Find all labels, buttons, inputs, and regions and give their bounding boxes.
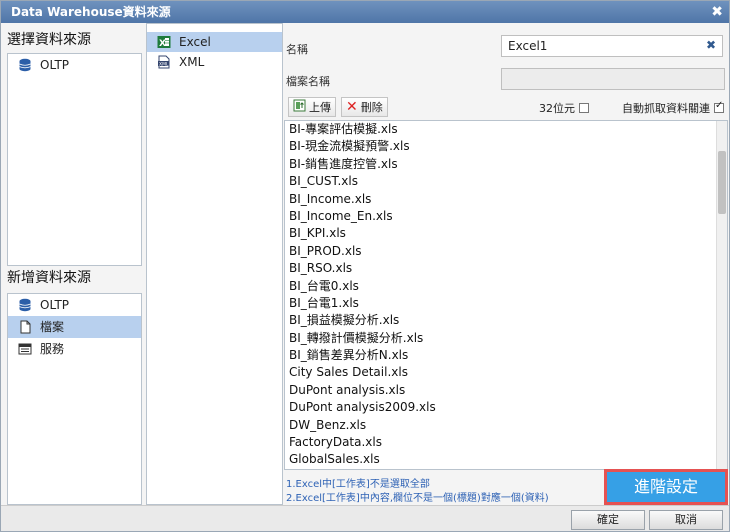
cancel-button[interactable]: 取消 xyxy=(649,510,723,530)
advanced-settings-button[interactable]: 進階設定 xyxy=(604,469,728,505)
file-list-item[interactable]: BI_Income.xls xyxy=(285,191,727,208)
list-item-label: 檔案 xyxy=(40,320,65,334)
file-list-item[interactable]: BI-現金流模擬預警.xls xyxy=(285,138,727,155)
upload-label: 上傳 xyxy=(309,101,331,114)
auto-relation-checkbox[interactable]: 自動抓取資料關連 xyxy=(622,100,724,116)
file-list-item[interactable]: BI_KPI.xls xyxy=(285,225,727,242)
list-item-label: Excel xyxy=(179,35,211,49)
ok-button[interactable]: 確定 xyxy=(571,510,645,530)
file-list-item[interactable]: BI_轉撥計價模擬分析.xls xyxy=(285,330,727,347)
bit32-box[interactable] xyxy=(579,103,589,113)
file-rows: BI-專案評估模擬.xls BI-現金流模擬預警.xls BI-銷售進度控管.xls… xyxy=(285,121,727,469)
file-list-item[interactable]: DW_Benz.xls xyxy=(285,417,727,434)
delete-button[interactable]: ✕ 刪除 xyxy=(341,97,388,117)
existing-source-list: OLTP xyxy=(7,53,142,266)
delete-icon: ✕ xyxy=(346,99,358,115)
file-list-item[interactable]: FactoryData.xls xyxy=(285,434,727,451)
file-list-item[interactable]: BI_銷售差異分析N.xls xyxy=(285,347,727,364)
settings-panel: 名稱 Excel1 ✖ 檔案名稱 上傳 ✕ 刪除 32位元 自動抓取資料關連 ✓… xyxy=(284,23,730,505)
xml-icon: XML xyxy=(157,55,171,69)
title-bar: Data Warehouse資料來源 ✖ xyxy=(1,1,729,23)
select-source-title: 選擇資料來源 xyxy=(7,32,91,48)
upload-icon xyxy=(293,99,306,115)
auto-relation-box[interactable] xyxy=(714,100,724,113)
list-item-service[interactable]: 服務 xyxy=(8,338,141,360)
note-line-1: 1.Excel中[工作表]不是選取全部 xyxy=(286,479,430,490)
left-panel: 選擇資料來源 OLTP 新增資料來源 OLTP 檔案 服務 xyxy=(1,23,146,505)
file-list-item[interactable]: BI_Income_En.xls xyxy=(285,208,727,225)
list-item-oltp[interactable]: OLTP xyxy=(8,294,141,316)
new-source-list: OLTP 檔案 服務 xyxy=(7,293,142,505)
list-item-excel[interactable]: X Excel xyxy=(147,32,282,52)
database-icon xyxy=(18,58,32,72)
file-list-item[interactable]: BI-專案評估模擬.xls xyxy=(285,121,727,138)
auto-relation-label: 自動抓取資料關連 xyxy=(622,102,710,115)
file-list-item[interactable]: BI_台電0.xls xyxy=(285,278,727,295)
file-icon xyxy=(18,320,32,334)
file-type-list: X Excel XML XML xyxy=(146,23,283,505)
list-item-file[interactable]: 檔案 xyxy=(8,316,141,338)
file-list-item[interactable]: BI_RSO.xls xyxy=(285,260,727,277)
list-item-oltp[interactable]: OLTP xyxy=(8,54,141,76)
list-item-label: OLTP xyxy=(40,298,70,312)
clear-icon[interactable]: ✖ xyxy=(706,38,716,52)
datasource-dialog: Data Warehouse資料來源 ✖ 選擇資料來源 OLTP 新增資料來源 … xyxy=(0,0,730,532)
service-icon xyxy=(18,342,32,356)
scrollbar[interactable] xyxy=(716,121,727,469)
file-list-item[interactable]: BI_CUST.xls xyxy=(285,173,727,190)
name-label: 名稱 xyxy=(286,43,308,56)
file-list-item[interactable]: BI_PROD.xls xyxy=(285,243,727,260)
note-line-2: 2.Excel[工作表]中內容,欄位不是一個(標題)對應一個(資料) xyxy=(286,493,549,504)
list-item-label: XML xyxy=(179,55,205,69)
file-list-item[interactable]: BI-銷售進度控管.xls xyxy=(285,156,727,173)
file-list-item[interactable]: DuPont analysis.xls xyxy=(285,382,727,399)
add-source-title: 新增資料來源 xyxy=(7,270,91,286)
file-list: BI-專案評估模擬.xls BI-現金流模擬預警.xls BI-銷售進度控管.xls… xyxy=(284,120,728,470)
close-icon[interactable]: ✖ xyxy=(711,1,723,23)
list-item-label: 服務 xyxy=(40,342,65,356)
svg-text:XML: XML xyxy=(159,61,169,67)
file-list-item[interactable]: BI_損益模擬分析.xls xyxy=(285,312,727,329)
filename-field[interactable] xyxy=(501,68,725,90)
window-title: Data Warehouse資料來源 xyxy=(11,5,171,19)
list-item-xml[interactable]: XML XML xyxy=(147,52,282,72)
svg-text:X: X xyxy=(159,39,166,49)
file-list-item[interactable]: City Sales Detail.xls xyxy=(285,364,727,381)
file-list-item[interactable]: DuPont analysis2009.xls xyxy=(285,399,727,416)
dialog-footer: 確定 取消 xyxy=(1,505,729,531)
upload-button[interactable]: 上傳 xyxy=(288,97,336,117)
name-field[interactable]: Excel1 ✖ xyxy=(501,35,723,57)
list-item-label: OLTP xyxy=(40,58,70,72)
database-icon xyxy=(18,298,32,312)
file-list-item[interactable]: GlobalSales.xls xyxy=(285,451,727,468)
scrollbar-thumb[interactable] xyxy=(718,151,726,214)
bit32-label: 32位元 xyxy=(539,102,575,115)
filename-label: 檔案名稱 xyxy=(286,75,330,88)
delete-label: 刪除 xyxy=(360,101,383,114)
bit32-checkbox[interactable]: 32位元 xyxy=(539,100,589,116)
excel-icon: X xyxy=(157,35,171,49)
file-list-item[interactable]: BI_台電1.xls xyxy=(285,295,727,312)
name-value: Excel1 xyxy=(508,39,548,53)
